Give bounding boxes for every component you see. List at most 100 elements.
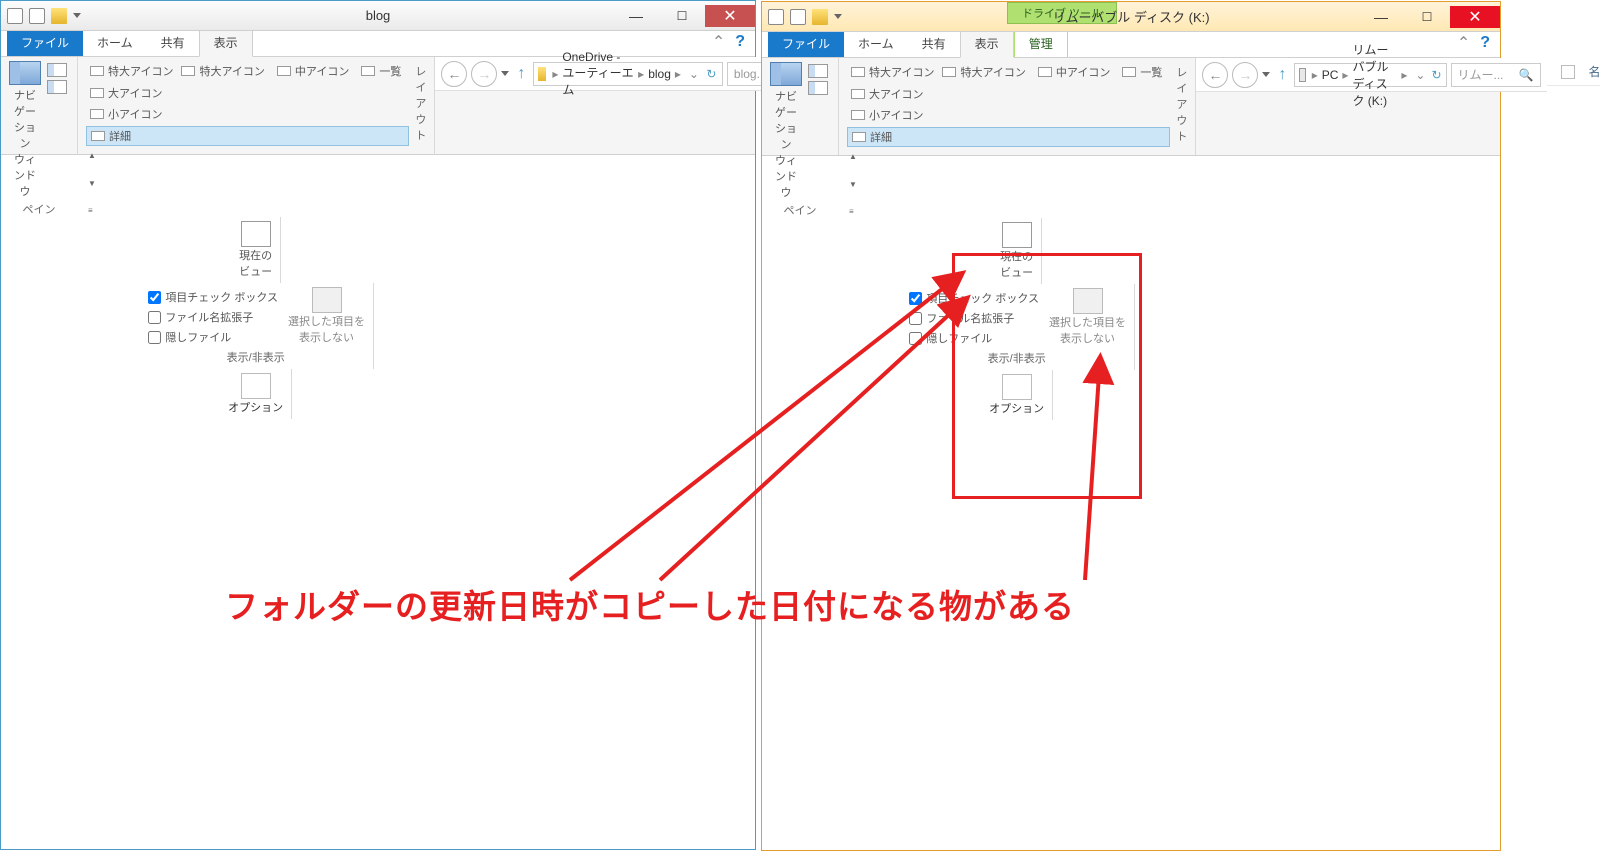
history-dropdown[interactable] (501, 71, 509, 76)
close-button[interactable]: ✕ (1450, 6, 1500, 28)
layout-option[interactable]: 中アイコン (1034, 63, 1114, 81)
view-icon (1002, 222, 1032, 248)
history-dropdown[interactable] (1262, 72, 1270, 77)
ribbon-help: ⌃ ? (702, 28, 755, 56)
layout-option[interactable]: 特大アイコン (938, 63, 1029, 81)
scroll-up[interactable]: ▲ (88, 151, 407, 160)
tab-manage[interactable]: 管理 (1014, 29, 1068, 57)
tab-share[interactable]: 共有 (147, 29, 199, 56)
address-box[interactable]: ▸ OneDrive - ユーティーエム▸blog▸ ⌄ ↻ (533, 62, 723, 86)
back-button[interactable]: ← (1202, 62, 1228, 88)
chevron-up-icon[interactable]: ⌃ (712, 32, 725, 52)
help-icon[interactable]: ? (735, 33, 745, 51)
check-item-boxes[interactable]: 項目チェック ボックス (909, 290, 1039, 306)
document-icon[interactable] (790, 9, 806, 25)
ribbon-help: ⌃ ? (1447, 29, 1500, 57)
disk-icon[interactable] (7, 8, 23, 24)
refresh-button[interactable]: ↻ (705, 67, 718, 81)
select-all-checkbox[interactable] (1561, 65, 1575, 79)
address-dropdown[interactable]: ⌄ (683, 67, 705, 81)
chevron-up-icon[interactable]: ⌃ (1457, 33, 1470, 53)
layout-option[interactable]: 特大アイコン 特大アイコン 中アイコン 一覧 (86, 61, 409, 81)
hide-selected-button[interactable]: 選択した項目を 表示しない (1049, 288, 1126, 348)
close-button[interactable]: ✕ (705, 5, 755, 27)
nav-pane-icon (770, 62, 802, 86)
tab-view[interactable]: 表示 (199, 28, 253, 57)
layout-option[interactable]: 特大アイコン 特大アイコン 中アイコン 一覧 (847, 62, 1170, 82)
group-label: ペイン (23, 199, 56, 217)
scroll-down[interactable]: ▼ (88, 179, 407, 188)
layout-option[interactable]: 大アイコン (847, 85, 1170, 103)
details-pane-button[interactable] (47, 80, 67, 94)
check-hidden[interactable]: 隠しファイル (909, 330, 1039, 346)
titlebar[interactable]: blog — ☐ ✕ (1, 1, 755, 31)
minimize-button[interactable]: — (1358, 6, 1404, 28)
layout-option[interactable]: 特大アイコン (177, 62, 268, 80)
nav-pane-button[interactable]: ナビゲーション ウィンドウ (770, 62, 802, 200)
options-button[interactable]: オプション (228, 373, 283, 415)
nav-pane-button[interactable]: ナビゲーション ウィンドウ (9, 61, 41, 199)
up-button[interactable]: ↑ (513, 65, 529, 83)
preview-pane-button[interactable] (808, 64, 828, 78)
check-item-boxes[interactable]: 項目チェック ボックス (148, 289, 278, 305)
check-hidden[interactable]: 隠しファイル (148, 329, 278, 345)
layout-option[interactable]: 中アイコン (273, 62, 353, 80)
ribbon: ナビゲーション ウィンドウ ペイン 特大アイコン 特大アイコン 中アイコン 一覧 (1, 57, 755, 155)
layout-option[interactable]: 詳細 (86, 126, 409, 146)
address-dropdown[interactable]: ⌄ (1409, 68, 1431, 82)
layout-option[interactable]: 大アイコン (86, 84, 409, 102)
up-button[interactable]: ↑ (1274, 66, 1290, 84)
layout-option[interactable]: 小アイコン (847, 106, 1170, 124)
forward-button[interactable]: → (471, 61, 497, 87)
disk-icon[interactable] (768, 9, 784, 25)
chevron-down-icon[interactable] (73, 13, 81, 18)
scroll-down[interactable]: ▼ (849, 180, 1168, 189)
layout-icon (181, 66, 195, 76)
details-pane-button[interactable] (808, 81, 828, 95)
chevron-down-icon[interactable] (834, 14, 842, 19)
check-extensions[interactable]: ファイル名拡張子 (148, 309, 278, 325)
layout-option[interactable]: 一覧 (1118, 63, 1166, 81)
search-input[interactable]: リムー...🔍 (1451, 63, 1541, 87)
address-box[interactable]: ▸ PC▸リムーバブル ディスク (K:)▸ ⌄ ↻ (1294, 63, 1446, 87)
breadcrumb-item[interactable]: PC (1320, 68, 1341, 82)
back-button[interactable]: ← (441, 61, 467, 87)
layout-option[interactable]: 詳細 (847, 127, 1170, 147)
breadcrumb-item[interactable]: OneDrive - ユーティーエム (560, 50, 636, 98)
tab-home[interactable]: ホーム (844, 30, 908, 57)
breadcrumb-item[interactable]: リムーバブル ディスク (K:) (1350, 41, 1399, 109)
layout-icon (277, 66, 291, 76)
group-label: レイアウト (1176, 62, 1187, 218)
tab-share[interactable]: 共有 (908, 30, 960, 57)
hide-selected-button[interactable]: 選択した項目を 表示しない (288, 287, 365, 347)
group-label: 表示/非表示 (988, 348, 1046, 366)
check-extensions[interactable]: ファイル名拡張子 (909, 310, 1039, 326)
location-icon (1299, 68, 1305, 82)
layout-option[interactable]: 小アイコン (86, 105, 409, 123)
tab-view[interactable]: 表示 (960, 29, 1014, 58)
minimize-button[interactable]: — (613, 5, 659, 27)
layout-icon (90, 66, 104, 76)
current-view-button[interactable]: 現在の ビュー (1000, 222, 1033, 280)
document-icon[interactable] (29, 8, 45, 24)
current-view-button[interactable]: 現在の ビュー (239, 221, 272, 279)
header-name[interactable]: 名前 (1583, 63, 1600, 80)
folder-icon[interactable] (51, 8, 67, 24)
tab-home[interactable]: ホーム (83, 29, 147, 56)
breadcrumb-item[interactable]: blog (646, 67, 673, 81)
maximize-button[interactable]: ☐ (659, 5, 705, 27)
layout-option[interactable]: 一覧 (357, 62, 405, 80)
options-button[interactable]: オプション (989, 374, 1044, 416)
forward-button[interactable]: → (1232, 62, 1258, 88)
titlebar[interactable]: ドライブ ツール リムーバブル ディスク (K:) — ☐ ✕ (762, 2, 1500, 32)
help-icon[interactable]: ? (1480, 34, 1490, 52)
tab-file[interactable]: ファイル (7, 29, 83, 56)
expand[interactable]: ≡ (88, 206, 407, 215)
scroll-up[interactable]: ▲ (849, 152, 1168, 161)
preview-pane-button[interactable] (47, 63, 67, 77)
expand[interactable]: ≡ (849, 207, 1168, 216)
maximize-button[interactable]: ☐ (1404, 6, 1450, 28)
refresh-button[interactable]: ↻ (1431, 68, 1441, 82)
folder-icon[interactable] (812, 9, 828, 25)
tab-file[interactable]: ファイル (768, 30, 844, 57)
